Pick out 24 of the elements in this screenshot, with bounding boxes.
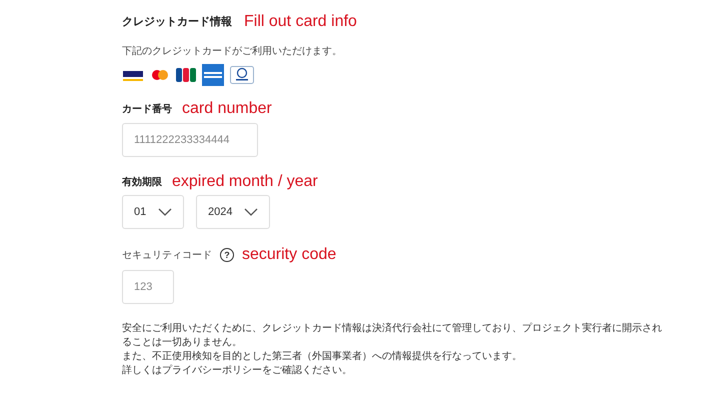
field-label: 有効期限 [122,176,162,190]
card-brand-icon [230,66,254,84]
month-select[interactable]: 01 [122,195,184,229]
help-icon[interactable]: ? [220,248,234,262]
card-brand-icon [176,67,196,83]
accepted-cards-text: 下記のクレジットカードがご利用いただけます。 [122,44,343,59]
field-label: カード番号 [122,102,172,116]
card-brand-icon [202,64,224,86]
notice-text: また、不正使用検知を目的とした第三者（外国事業者）への情報提供を行なっています。 [122,350,523,364]
notice-text: 安全にご利用いただくために、クレジットカード情報は決済代行会社にて管理しており、プロジェクト実行者に開示されることは一切ありません。 [122,322,662,350]
section-title: クレジットカード情報 [122,14,232,30]
field-label: セキュリティコード [122,248,212,262]
chevron-down-icon [244,208,258,216]
notice-text: 詳しくはプライバシーポリシーをご確認ください。 [122,364,353,378]
annotation: card number [182,101,272,117]
annotation: security code [242,247,336,263]
security-code-field[interactable]: 123 [122,270,174,304]
year-select[interactable]: 2024 [196,195,270,229]
annotation: Fill out card info [244,14,357,30]
card-number-field[interactable]: 1111222233334444 [122,123,258,157]
chevron-down-icon [158,208,172,216]
annotation: expired month / year [172,174,318,190]
card-brand-icon [150,68,170,82]
card-brand-icon [122,68,144,82]
